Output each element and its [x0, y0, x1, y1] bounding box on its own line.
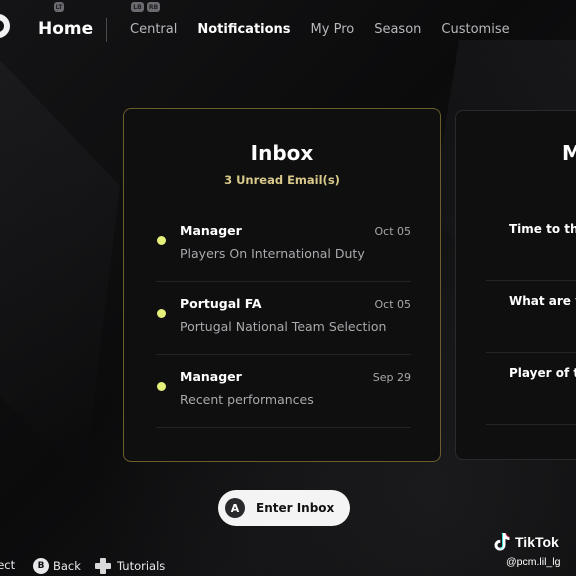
- a-button-icon: A: [225, 498, 245, 518]
- hint-tutorials[interactable]: Tutorials: [95, 558, 165, 574]
- nav-tabs: Central Notifications My Pro Season Cust…: [130, 22, 530, 37]
- side-card-title: M: [562, 141, 576, 165]
- lt-button-icon: LT: [54, 2, 64, 12]
- email-item[interactable]: Manager Oct 05 Players On International …: [156, 209, 411, 282]
- nav-divider: [106, 18, 107, 42]
- email-date: Sep 29: [372, 371, 411, 384]
- email-sender: Manager: [180, 369, 242, 384]
- tab-season[interactable]: Season: [374, 22, 421, 37]
- enter-inbox-button[interactable]: A Enter Inbox: [218, 490, 350, 526]
- tiktok-handle: @pcm.lil_lg: [506, 556, 561, 568]
- email-date: Oct 05: [374, 225, 411, 238]
- side-card[interactable]: M Time to thin What are yo Player of th: [455, 110, 576, 460]
- side-card-item-label: Time to thin: [509, 222, 576, 236]
- lb-button-icon: LB: [131, 2, 144, 12]
- tiktok-logo-icon: [494, 533, 510, 551]
- tab-my-pro[interactable]: My Pro: [311, 22, 355, 37]
- email-item[interactable]: Portugal FA Oct 05 Portugal National Tea…: [156, 282, 411, 355]
- screen: LT Home LB RB Central Notifications My P…: [0, 0, 576, 576]
- side-card-item[interactable]: Time to thin: [486, 208, 576, 281]
- tab-notifications[interactable]: Notifications: [197, 22, 290, 37]
- club-logo-icon: [0, 14, 10, 38]
- b-button-icon: B: [33, 558, 49, 574]
- unread-dot-icon: [157, 382, 166, 391]
- email-sender: Portugal FA: [180, 296, 262, 311]
- tab-central[interactable]: Central: [130, 22, 177, 37]
- page-title[interactable]: Home: [38, 19, 93, 39]
- email-subject: Players On International Duty: [180, 246, 365, 261]
- hint-label: lect: [0, 558, 16, 572]
- inbox-card[interactable]: Inbox 3 Unread Email(s) Manager Oct 05 P…: [123, 108, 441, 462]
- side-card-item-label: Player of th: [509, 366, 576, 380]
- hint-select[interactable]: lect: [0, 558, 15, 572]
- unread-dot-icon: [157, 309, 166, 318]
- enter-inbox-label: Enter Inbox: [256, 501, 335, 515]
- email-item[interactable]: Manager Sep 29 Recent performances: [156, 355, 411, 428]
- top-nav: LT Home LB RB Central Notifications My P…: [0, 0, 576, 60]
- hint-label: Tutorials: [117, 559, 166, 573]
- side-card-item-label: What are yo: [509, 294, 576, 308]
- side-card-item[interactable]: What are yo: [486, 280, 576, 353]
- email-sender: Manager: [180, 223, 242, 238]
- unread-dot-icon: [157, 236, 166, 245]
- tab-customise[interactable]: Customise: [441, 22, 509, 37]
- tiktok-brand: TikTok: [515, 534, 559, 550]
- email-subject: Portugal National Team Selection: [180, 319, 387, 334]
- rb-button-icon: RB: [147, 2, 160, 12]
- hint-back[interactable]: B Back: [33, 558, 81, 574]
- hint-label: Back: [53, 559, 81, 573]
- email-subject: Recent performances: [180, 392, 314, 407]
- background-facet: [0, 60, 120, 480]
- inbox-title: Inbox: [250, 141, 314, 165]
- controller-hints: lect B Back Tutorials: [0, 558, 300, 576]
- unread-count: 3 Unread Email(s): [224, 173, 340, 187]
- tiktok-watermark: TikTok: [493, 532, 559, 552]
- email-date: Oct 05: [374, 298, 411, 311]
- side-card-item[interactable]: Player of th: [486, 352, 576, 425]
- dpad-icon: [95, 558, 111, 574]
